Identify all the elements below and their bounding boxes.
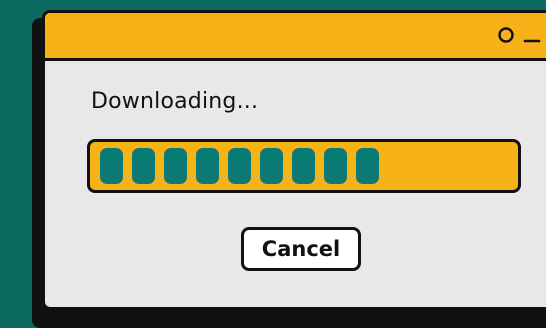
- minimize-icon[interactable]: [521, 21, 543, 49]
- status-message: Downloading...: [91, 89, 259, 114]
- progress-block: [228, 148, 251, 184]
- progress-block: [292, 148, 315, 184]
- progress-bar: [87, 139, 521, 193]
- window-controls: [491, 21, 546, 49]
- progress-block: [132, 148, 155, 184]
- progress-block: [356, 148, 379, 184]
- progress-block: [164, 148, 187, 184]
- titlebar: [45, 13, 546, 61]
- cancel-button[interactable]: Cancel: [241, 227, 361, 271]
- progress-block: [196, 148, 219, 184]
- progress-block: [260, 148, 283, 184]
- progress-block: [100, 148, 123, 184]
- progress-fill: [100, 148, 379, 184]
- circle-icon[interactable]: [495, 21, 517, 49]
- download-dialog: Downloading... Cancel: [42, 10, 546, 310]
- progress-block: [324, 148, 347, 184]
